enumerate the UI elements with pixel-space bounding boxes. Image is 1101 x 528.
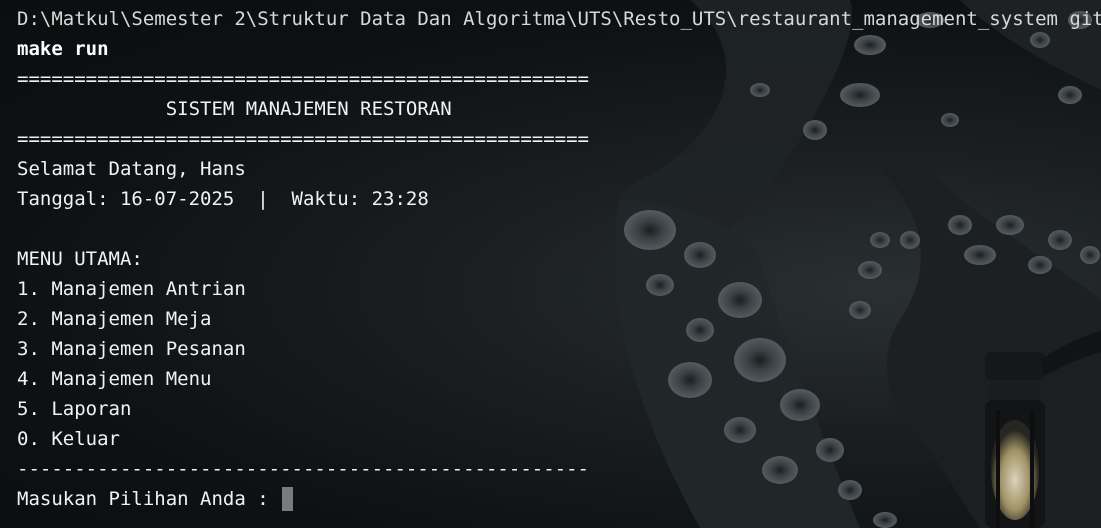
menu-item-menu: 4. Manajemen Menu [17, 368, 212, 390]
menu-item-keluar: 0. Keluar [17, 428, 120, 450]
input-line[interactable]: Masukan Pilihan Anda : [17, 484, 1097, 514]
menu-heading: MENU UTAMA: [17, 248, 143, 270]
menu-item-meja: 2. Manajemen Meja [17, 308, 212, 330]
date-time-text: Tanggal: 16-07-2025 | Waktu: 23:28 [17, 188, 429, 210]
greeting-text: Selamat Datang, Hans [17, 158, 246, 180]
shell-prompt-path: D:\Matkul\Semester 2\Struktur Data Dan A… [17, 8, 1101, 30]
text-cursor[interactable] [282, 487, 294, 511]
terminal-output: D:\Matkul\Semester 2\Struktur Data Dan A… [17, 4, 1101, 514]
app-title: SISTEM MANAJEMEN RESTORAN [17, 98, 452, 120]
terminal-window[interactable]: D:\Matkul\Semester 2\Struktur Data Dan A… [0, 0, 1101, 528]
shell-command: make run [17, 38, 109, 60]
input-prompt: Masukan Pilihan Anda : [17, 488, 281, 510]
separator-double-top: ========================================… [17, 68, 589, 90]
menu-item-antrian: 1. Manajemen Antrian [17, 278, 246, 300]
separator-single: ----------------------------------------… [17, 458, 589, 480]
menu-item-laporan: 5. Laporan [17, 398, 132, 420]
separator-double-bottom: ========================================… [17, 128, 589, 150]
menu-item-pesanan: 3. Manajemen Pesanan [17, 338, 246, 360]
